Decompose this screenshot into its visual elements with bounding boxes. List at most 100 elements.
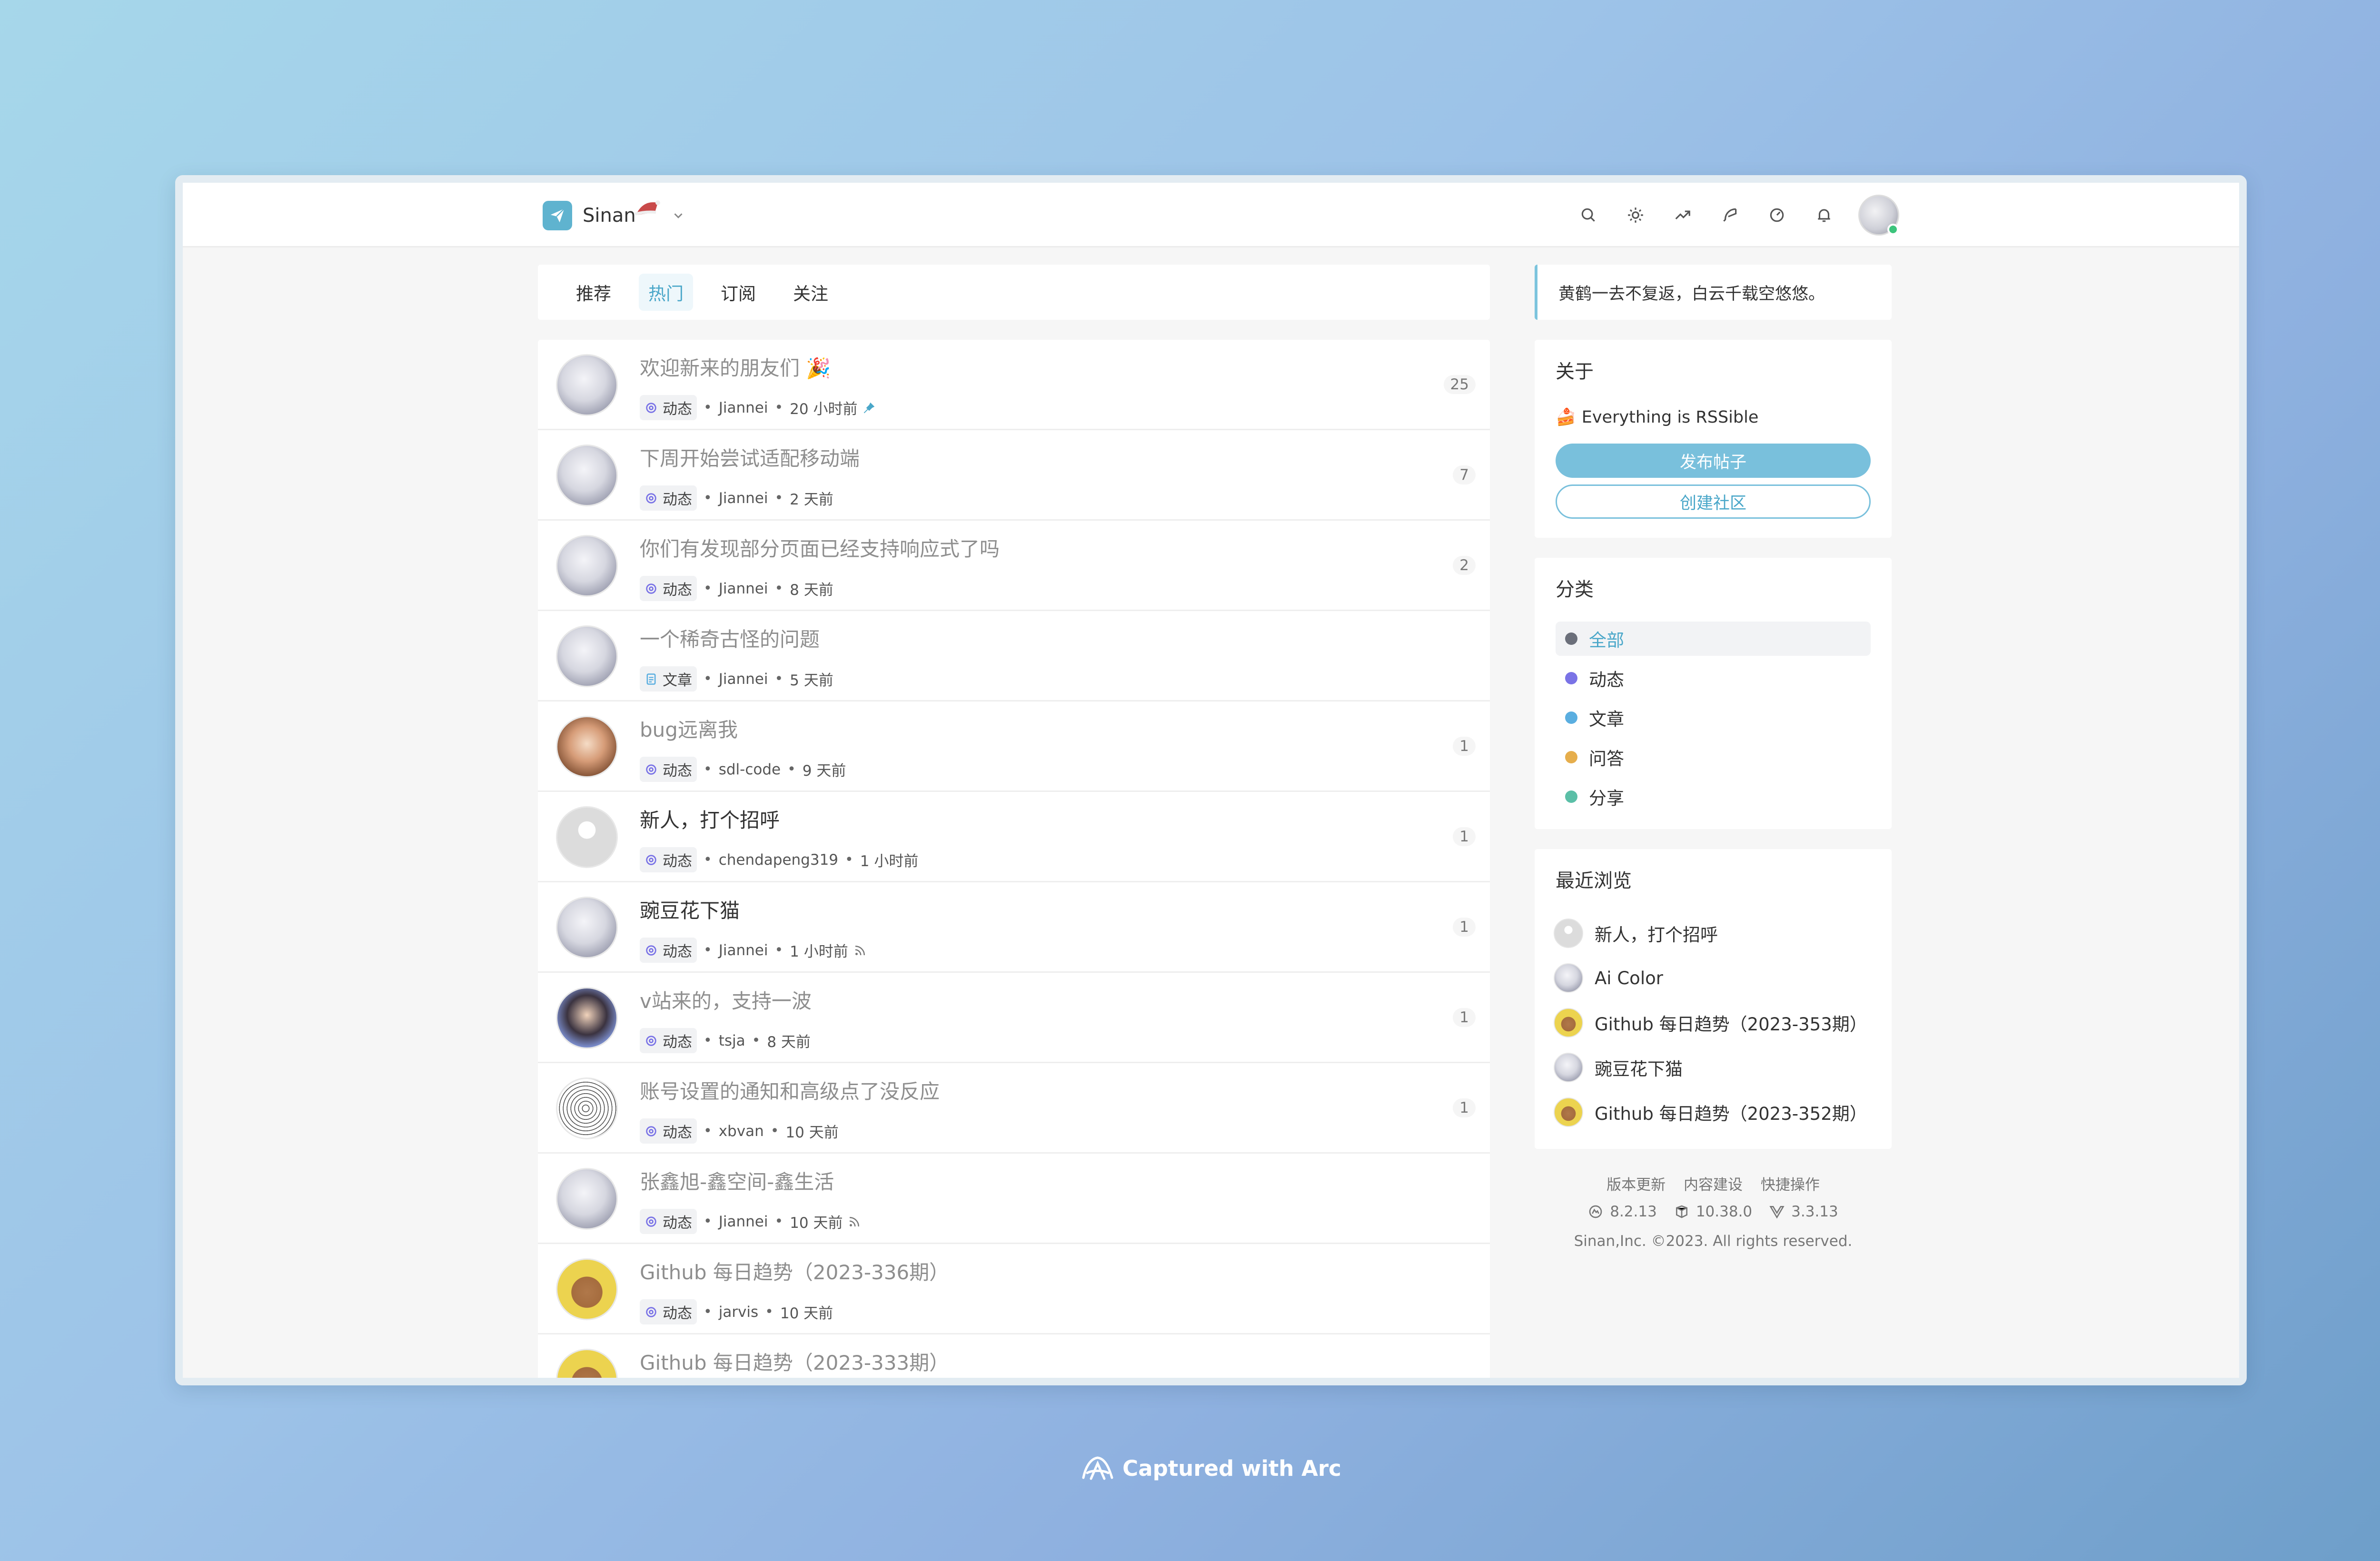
- search-icon[interactable]: [1573, 200, 1604, 230]
- category-item-dynamic[interactable]: 动态: [1556, 661, 1871, 695]
- post-title[interactable]: 一个稀奇古怪的问题: [640, 623, 820, 652]
- author-avatar[interactable]: [556, 445, 618, 506]
- post-row[interactable]: 账号设置的通知和高级点了没反应 动态 • xbvan • 10 天前 1: [538, 1063, 1490, 1154]
- recent-item[interactable]: 新人，打个招呼: [1554, 919, 1718, 948]
- post-author[interactable]: xbvan: [719, 1123, 764, 1140]
- theme-sun-icon[interactable]: [1620, 200, 1651, 230]
- author-avatar[interactable]: [556, 1077, 618, 1139]
- quote-banner: 黄鹤一去不复返，白云千载空悠悠。: [1535, 265, 1892, 320]
- post-title[interactable]: 新人，打个招呼: [640, 804, 780, 833]
- create-post-button[interactable]: 发布帖子: [1556, 444, 1871, 478]
- category-label: 动态: [663, 401, 692, 418]
- category-chip[interactable]: 动态: [640, 485, 697, 511]
- document-icon: [646, 673, 656, 685]
- captured-text: Captured with Arc: [1122, 1455, 1341, 1481]
- tab-following[interactable]: 关注: [783, 274, 838, 311]
- author-avatar[interactable]: [556, 1349, 618, 1378]
- post-title[interactable]: 张鑫旭-鑫空间-鑫生活: [640, 1166, 834, 1195]
- post-author[interactable]: Jiannei: [719, 490, 768, 507]
- category-chip[interactable]: 动态: [640, 1028, 697, 1053]
- tab-recommended[interactable]: 推荐: [566, 274, 621, 311]
- at-sign-icon: [646, 583, 656, 594]
- footer-link-changelog[interactable]: 版本更新: [1606, 1176, 1666, 1194]
- category-item-all[interactable]: 全部: [1556, 622, 1871, 656]
- post-title[interactable]: v站来的，支持一波: [640, 985, 812, 1014]
- footer-links: 版本更新 内容建设 快捷操作: [1535, 1173, 1892, 1194]
- dashboard-icon[interactable]: [1762, 200, 1792, 230]
- tab-subscribed[interactable]: 订阅: [711, 274, 765, 311]
- nuxt-icon: [1589, 1205, 1602, 1218]
- post-title[interactable]: 下周开始尝试适配移动端: [640, 443, 860, 472]
- post-meta: 动态 • Jiannei • 20 小时前: [640, 395, 876, 420]
- author-avatar[interactable]: [556, 354, 618, 416]
- category-chip[interactable]: 动态: [640, 1299, 697, 1324]
- category-item-share[interactable]: 分享: [1556, 780, 1871, 814]
- author-avatar[interactable]: [556, 1168, 618, 1230]
- post-row[interactable]: 新人，打个招呼 动态 • chendapeng319 • 1 小时前 1: [538, 792, 1490, 882]
- brand[interactable]: Sinan: [543, 200, 685, 230]
- bell-icon[interactable]: [1809, 200, 1839, 230]
- browser-window: Sinan 推荐 热门 订阅 关注 欢迎新来的朋友们 🎉 动态 • Jianne…: [175, 175, 2247, 1385]
- recent-item[interactable]: Ai Color: [1554, 963, 1663, 993]
- post-meta: 动态 • Jiannei • 8 天前: [640, 576, 833, 601]
- trending-icon[interactable]: [1667, 200, 1698, 230]
- post-row[interactable]: Github 每日趋势（2023-333期）: [538, 1334, 1490, 1378]
- post-author[interactable]: tsja: [719, 1032, 745, 1049]
- post-row[interactable]: 欢迎新来的朋友们 🎉 动态 • Jiannei • 20 小时前 25: [538, 340, 1490, 430]
- category-item-article[interactable]: 文章: [1556, 701, 1871, 735]
- post-author[interactable]: Jiannei: [719, 580, 768, 597]
- footer-link-content[interactable]: 内容建设: [1684, 1176, 1743, 1194]
- post-title[interactable]: Github 每日趋势（2023-336期）: [640, 1256, 949, 1285]
- category-label: 文章: [663, 672, 692, 689]
- tab-hot[interactable]: 热门: [639, 274, 693, 311]
- post-author[interactable]: Jiannei: [719, 1213, 768, 1230]
- author-avatar[interactable]: [556, 806, 618, 868]
- author-avatar[interactable]: [556, 716, 618, 778]
- post-row[interactable]: 豌豆花下猫 动态 • Jiannei • 1 小时前 1: [538, 882, 1490, 973]
- footer-link-shortcuts[interactable]: 快捷操作: [1761, 1176, 1820, 1194]
- post-title[interactable]: 豌豆花下猫: [640, 895, 740, 924]
- post-row[interactable]: 张鑫旭-鑫空间-鑫生活 动态 • Jiannei • 10 天前: [538, 1154, 1490, 1244]
- recent-item[interactable]: Github 每日趋势（2023-353期）: [1554, 1008, 1867, 1037]
- recent-item[interactable]: 豌豆花下猫: [1554, 1053, 1683, 1082]
- post-author[interactable]: Jiannei: [719, 942, 768, 959]
- post-author[interactable]: jarvis: [719, 1304, 758, 1321]
- post-row[interactable]: 你们有发现部分页面已经支持响应式了吗 动态 • Jiannei • 8 天前 2: [538, 521, 1490, 611]
- post-title[interactable]: bug远离我: [640, 714, 738, 743]
- author-avatar[interactable]: [556, 987, 618, 1049]
- post-row[interactable]: 一个稀奇古怪的问题 文章 • Jiannei • 5 天前: [538, 611, 1490, 701]
- category-chip[interactable]: 动态: [640, 938, 697, 963]
- post-author[interactable]: chendapeng319: [719, 851, 838, 869]
- category-chip[interactable]: 动态: [640, 757, 697, 782]
- post-meta: 文章 • Jiannei • 5 天前: [640, 666, 833, 692]
- post-row[interactable]: 下周开始尝试适配移动端 动态 • Jiannei • 2 天前 7: [538, 430, 1490, 521]
- post-title[interactable]: 你们有发现部分页面已经支持响应式了吗: [640, 533, 1000, 562]
- recent-card: 最近浏览 新人，打个招呼 Ai Color Github 每日趋势（2023-3…: [1535, 849, 1892, 1149]
- user-avatar[interactable]: [1858, 195, 1899, 236]
- post-author[interactable]: Jiannei: [719, 399, 768, 416]
- edit-feather-icon[interactable]: [1715, 200, 1745, 230]
- category-item-qa[interactable]: 问答: [1556, 740, 1871, 774]
- author-avatar[interactable]: [556, 1258, 618, 1320]
- author-avatar[interactable]: [556, 625, 618, 687]
- post-title[interactable]: 账号设置的通知和高级点了没反应: [640, 1076, 940, 1105]
- author-avatar[interactable]: [556, 897, 618, 958]
- post-author[interactable]: Jiannei: [719, 671, 768, 688]
- chevron-down-icon[interactable]: [671, 208, 685, 223]
- post-row[interactable]: Github 每日趋势（2023-336期） 动态 • jarvis • 10 …: [538, 1244, 1490, 1334]
- separator: •: [774, 580, 783, 597]
- category-chip[interactable]: 动态: [640, 1118, 697, 1144]
- create-community-button[interactable]: 创建社区: [1556, 484, 1871, 519]
- category-chip[interactable]: 动态: [640, 576, 697, 601]
- author-avatar[interactable]: [556, 535, 618, 597]
- post-author[interactable]: sdl-code: [719, 761, 781, 778]
- post-title[interactable]: 欢迎新来的朋友们 🎉: [640, 352, 831, 381]
- post-row[interactable]: v站来的，支持一波 动态 • tsja • 8 天前 1: [538, 973, 1490, 1063]
- post-title[interactable]: Github 每日趋势（2023-333期）: [640, 1347, 949, 1376]
- category-chip[interactable]: 动态: [640, 847, 697, 872]
- recent-item[interactable]: Github 每日趋势（2023-352期）: [1554, 1097, 1867, 1127]
- category-chip[interactable]: 文章: [640, 666, 697, 692]
- category-chip[interactable]: 动态: [640, 1209, 697, 1234]
- category-chip[interactable]: 动态: [640, 395, 697, 420]
- post-row[interactable]: bug远离我 动态 • sdl-code • 9 天前 1: [538, 701, 1490, 792]
